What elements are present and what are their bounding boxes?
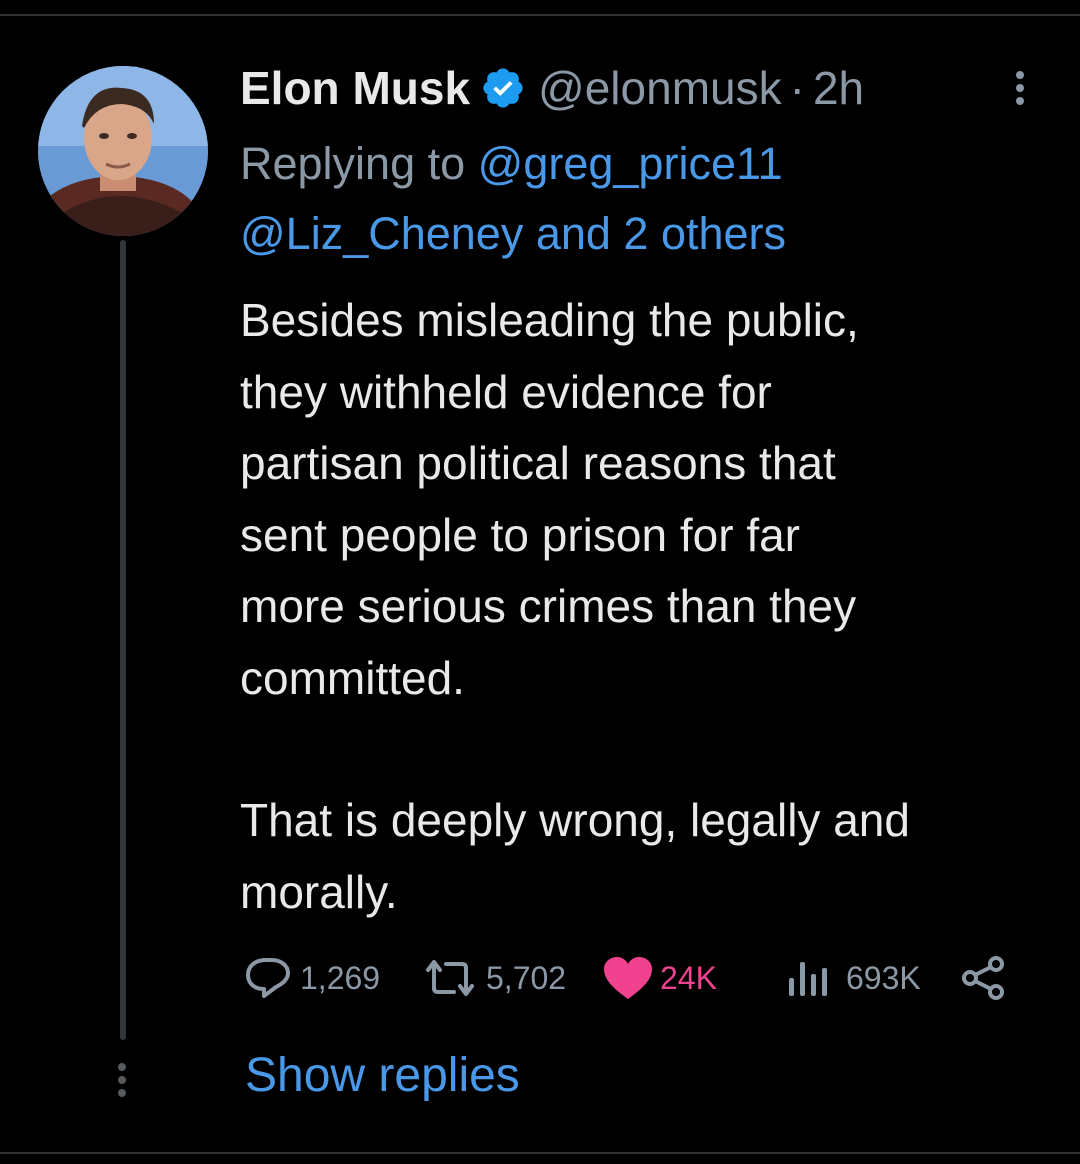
replying-prefix: Replying to <box>240 138 466 189</box>
verified-badge-icon <box>483 68 523 108</box>
repost-icon <box>426 960 474 996</box>
tweet-actions: 1,269 5,702 24K 693K <box>244 948 1044 1008</box>
body-line: morally. <box>240 865 398 918</box>
replying-to: Replying to @greg_price11 <box>240 138 783 190</box>
views-count: 693K <box>846 959 921 996</box>
tweet-body: Besides misleading the public, they with… <box>240 285 1060 928</box>
like-count: 24K <box>660 959 717 996</box>
avatar[interactable] <box>38 66 208 236</box>
body-line: they withheld evidence for <box>240 365 772 418</box>
tweet-header: Elon Musk @elonmusk · 2h <box>240 58 864 118</box>
like-icon <box>604 957 652 999</box>
bottom-divider <box>0 1152 1080 1154</box>
body-paragraph-gap <box>240 714 1060 785</box>
separator: · <box>789 62 805 114</box>
repost-count: 5,702 <box>486 959 567 996</box>
body-line: committed. <box>240 651 465 704</box>
share-button[interactable] <box>960 948 1008 1008</box>
body-line: That is deeply wrong, legally and <box>240 794 910 846</box>
like-button[interactable]: 24K <box>602 948 717 1008</box>
views-button[interactable]: 693K <box>784 948 921 1008</box>
thread-line <box>120 240 126 1040</box>
handle[interactable]: @elonmusk <box>538 61 782 115</box>
reply-button[interactable]: 1,269 <box>244 948 380 1008</box>
reply-count: 1,269 <box>300 959 381 996</box>
body-line: sent people to prison for far <box>240 508 800 561</box>
thread-dots-icon <box>112 1058 132 1108</box>
show-replies-link[interactable]: Show replies <box>245 1048 520 1103</box>
more-icon[interactable] <box>1010 66 1030 116</box>
views-icon <box>789 962 827 996</box>
reply-mention-1[interactable]: @greg_price11 <box>478 138 783 189</box>
timestamp[interactable]: 2h <box>813 61 864 115</box>
avatar-image <box>38 66 208 236</box>
body-line: partisan political reasons that <box>240 437 836 489</box>
replying-to-others: @Liz_Cheney and 2 others <box>240 208 786 260</box>
body-line: more serious crimes than they <box>240 580 857 632</box>
display-name[interactable]: Elon Musk <box>240 61 470 115</box>
body-line: Besides misleading the public, <box>240 294 859 346</box>
top-divider <box>0 14 1080 16</box>
share-icon <box>962 956 1004 1000</box>
reply-icon <box>246 958 290 998</box>
reply-mention-2[interactable]: @Liz_Cheney and 2 others <box>240 208 786 259</box>
repost-button[interactable]: 5,702 <box>420 948 566 1008</box>
